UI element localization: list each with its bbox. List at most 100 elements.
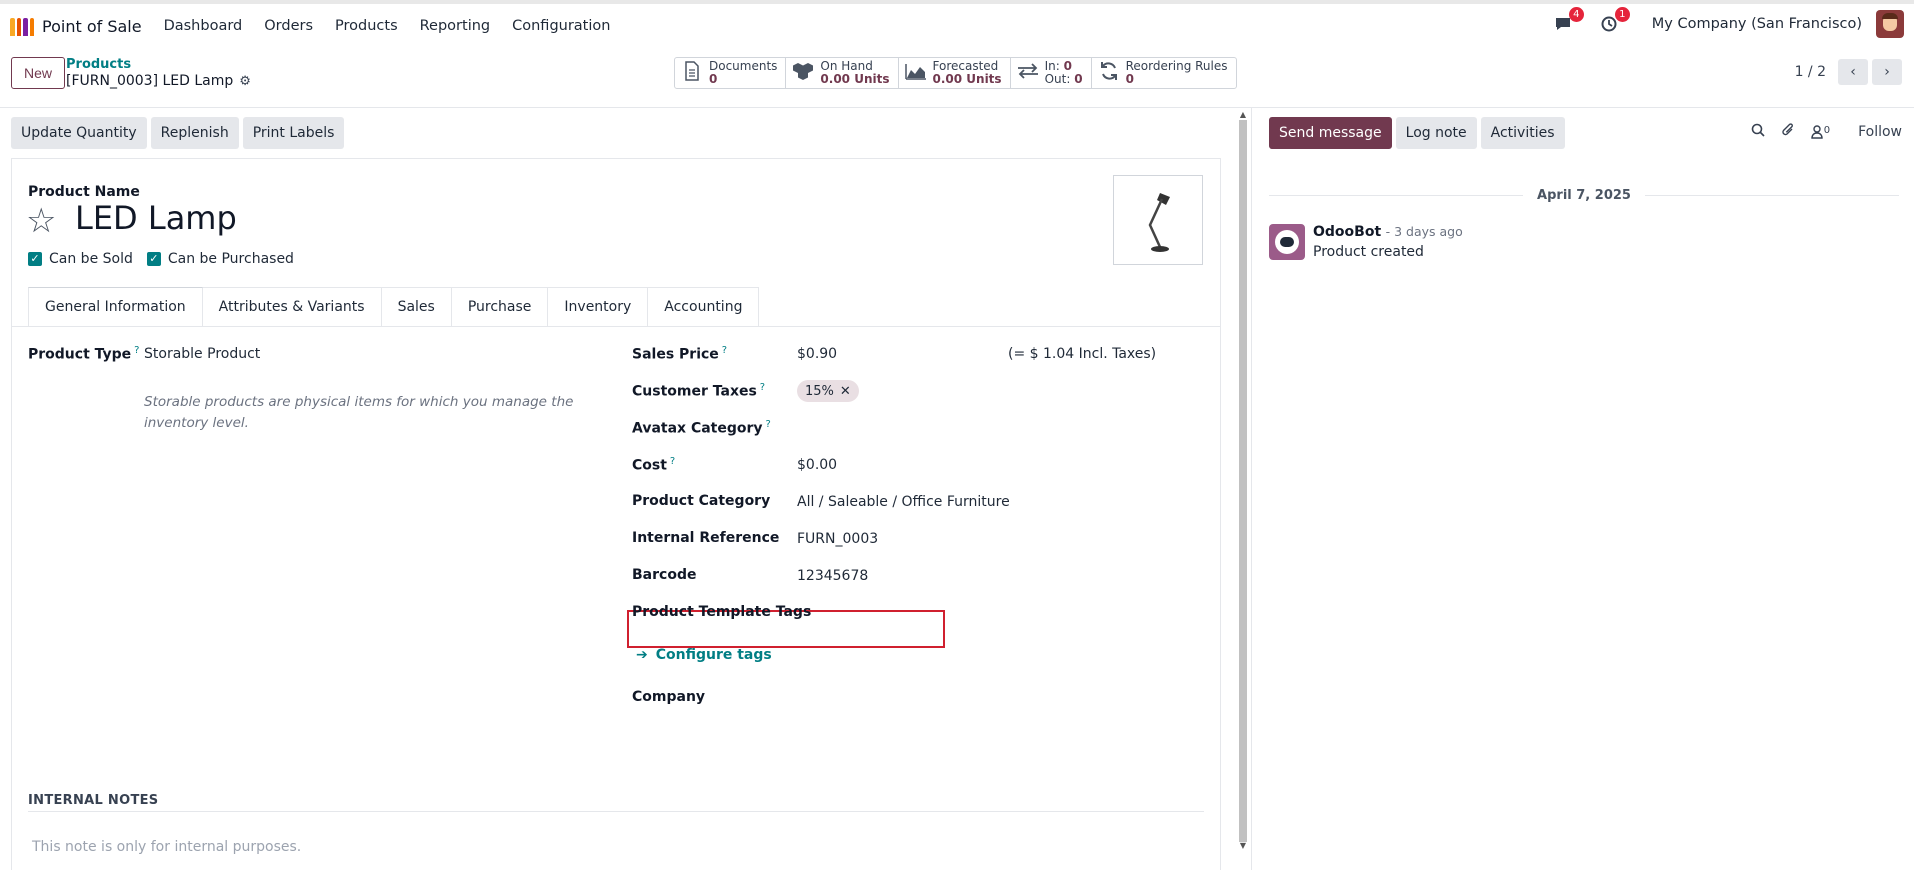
can-be-purchased-checkbox[interactable]: ✓ Can be Purchased [146,251,294,267]
tax-tag[interactable]: 15% ✕ [797,380,859,402]
sales-price-field[interactable]: $0.90 [797,346,837,362]
product-type-field[interactable]: Storable Product [144,346,260,362]
paperclip-icon[interactable] [1781,122,1795,142]
desk-lamp-icon [1148,193,1170,252]
search-icon[interactable] [1751,123,1765,141]
send-message-button[interactable]: Send message [1269,117,1392,149]
notes-divider [28,811,1204,812]
chatter-actions: Send message Log note Activities [1269,117,1565,149]
help-icon[interactable]: ? [670,456,675,467]
product-type-help: Storable products are physical items for… [144,394,574,431]
chevron-left-icon[interactable]: ‹ [1838,59,1868,85]
user-icon [1811,125,1823,139]
product-type-label: Product Type? [28,345,140,363]
arrow-right-icon: ➔ [636,647,648,663]
incl-taxes-text: (= $ 1.04 Incl. Taxes) [1008,346,1157,362]
help-icon[interactable]: ? [134,345,139,356]
scroll-thumb[interactable] [1239,120,1247,842]
form-view: Update Quantity Replenish Print Labels P… [0,108,1239,870]
messages-icon[interactable]: 4 [1552,7,1584,35]
product-category-field[interactable]: All / Saleable / Office Furniture [797,494,1010,510]
documents-value: 0 [709,72,718,86]
pos-app-icon[interactable] [10,16,34,36]
configure-tags-link[interactable]: ➔ Configure tags [636,647,772,663]
in-out-text: In: 0 Out: 0 [1045,60,1083,86]
cost-field[interactable]: $0.00 [797,457,837,473]
reordering-value: 0 [1125,72,1134,86]
chevron-right-icon[interactable]: › [1872,59,1902,85]
follow-button[interactable]: Follow [1858,124,1902,140]
smart-buttons: Documents 0 On Hand 0.00 Units Forecaste… [674,57,1237,89]
tab-inventory[interactable]: Inventory [548,287,649,327]
message-date: April 7, 2025 [1537,188,1631,203]
tab-purchase[interactable]: Purchase [451,287,549,327]
can-be-purchased-label: Can be Purchased [167,251,294,267]
print-labels-button[interactable]: Print Labels [242,117,345,149]
replenish-button[interactable]: Replenish [150,117,239,149]
tabs-divider [12,326,1220,327]
help-icon[interactable]: ? [722,345,727,356]
internal-notes-input[interactable]: This note is only for internal purposes. [32,839,301,855]
tab-attributes-variants[interactable]: Attributes & Variants [202,287,382,327]
internal-reference-label: Internal Reference [632,530,780,546]
menu-dashboard[interactable]: Dashboard [164,18,243,34]
forecasted-value: 0.00 Units [932,72,1002,86]
help-icon[interactable]: ? [760,382,765,393]
app-name[interactable]: Point of Sale [42,17,142,36]
menu-reporting[interactable]: Reporting [420,18,491,34]
cubes-icon [792,62,814,85]
menu-orders[interactable]: Orders [264,18,313,34]
internal-reference-field[interactable]: FURN_0003 [797,531,878,547]
close-icon[interactable]: ✕ [840,384,851,399]
user-avatar[interactable] [1876,10,1904,38]
tab-general-information[interactable]: General Information [28,287,203,327]
customer-taxes-label: Customer Taxes? [632,382,766,400]
documents-label: Documents [709,59,778,73]
new-button[interactable]: New [11,57,66,89]
can-be-sold-checkbox[interactable]: ✓ Can be Sold [28,251,133,267]
message-author[interactable]: OdooBot [1313,224,1381,240]
product-name-field[interactable]: LED Lamp [75,199,237,237]
on-hand-text: On Hand 0.00 Units [820,60,889,86]
activities-clock-icon[interactable]: 1 [1598,7,1630,35]
odoobot-avatar[interactable] [1269,224,1305,260]
documents-text: Documents 0 [709,60,777,86]
pager-value[interactable]: 1 / 2 [1795,64,1826,80]
record-title: [FURN_0003] LED Lamp ⚙ [66,73,251,89]
product-flags: ✓ Can be Sold ✓ Can be Purchased [28,251,294,267]
pager: 1 / 2 ‹ › [1795,59,1902,85]
chatter-panel: Send message Log note Activities 0 Follo… [1251,108,1914,870]
smart-button-on-hand[interactable]: On Hand 0.00 Units [786,58,899,88]
tax-tag-label: 15% [805,383,834,399]
area-chart-icon [904,62,927,85]
gear-icon[interactable]: ⚙ [239,74,251,89]
control-panel: New Products [FURN_0003] LED Lamp ⚙ Docu… [0,48,1914,108]
menu-products[interactable]: Products [335,18,398,34]
activities-badge: 1 [1614,7,1630,22]
company-switcher[interactable]: My Company (San Francisco) [1652,16,1862,32]
scroll-down-icon[interactable]: ▼ [1237,841,1249,850]
tab-accounting[interactable]: Accounting [648,287,760,327]
breadcrumb-products[interactable]: Products [66,57,131,72]
menu-configuration[interactable]: Configuration [512,18,610,34]
avatax-category-label: Avatax Category? [632,419,771,437]
nav-right: 4 1 My Company (San Francisco) [1552,7,1904,38]
followers-button[interactable]: 0 [1811,125,1830,139]
star-icon[interactable]: ☆ [26,201,56,241]
smart-button-reordering-rules[interactable]: Reordering Rules 0 [1092,58,1236,88]
smart-button-in-out[interactable]: In: 0 Out: 0 [1011,58,1092,88]
barcode-field[interactable]: 12345678 [797,568,868,584]
form-scrollbar[interactable]: ▲ ▼ [1237,110,1249,850]
smart-button-forecasted[interactable]: Forecasted 0.00 Units [899,58,1011,88]
log-note-button[interactable]: Log note [1395,117,1477,149]
barcode-label: Barcode [632,567,697,583]
smart-button-documents[interactable]: Documents 0 [675,58,787,88]
product-image[interactable] [1113,175,1203,265]
checkmark-icon: ✓ [28,252,42,266]
tab-sales[interactable]: Sales [381,287,452,327]
scroll-up-icon[interactable]: ▲ [1237,110,1249,119]
in-value: 0 [1063,59,1072,73]
update-quantity-button[interactable]: Update Quantity [11,117,147,149]
activities-button[interactable]: Activities [1480,117,1565,149]
help-icon[interactable]: ? [766,419,771,430]
